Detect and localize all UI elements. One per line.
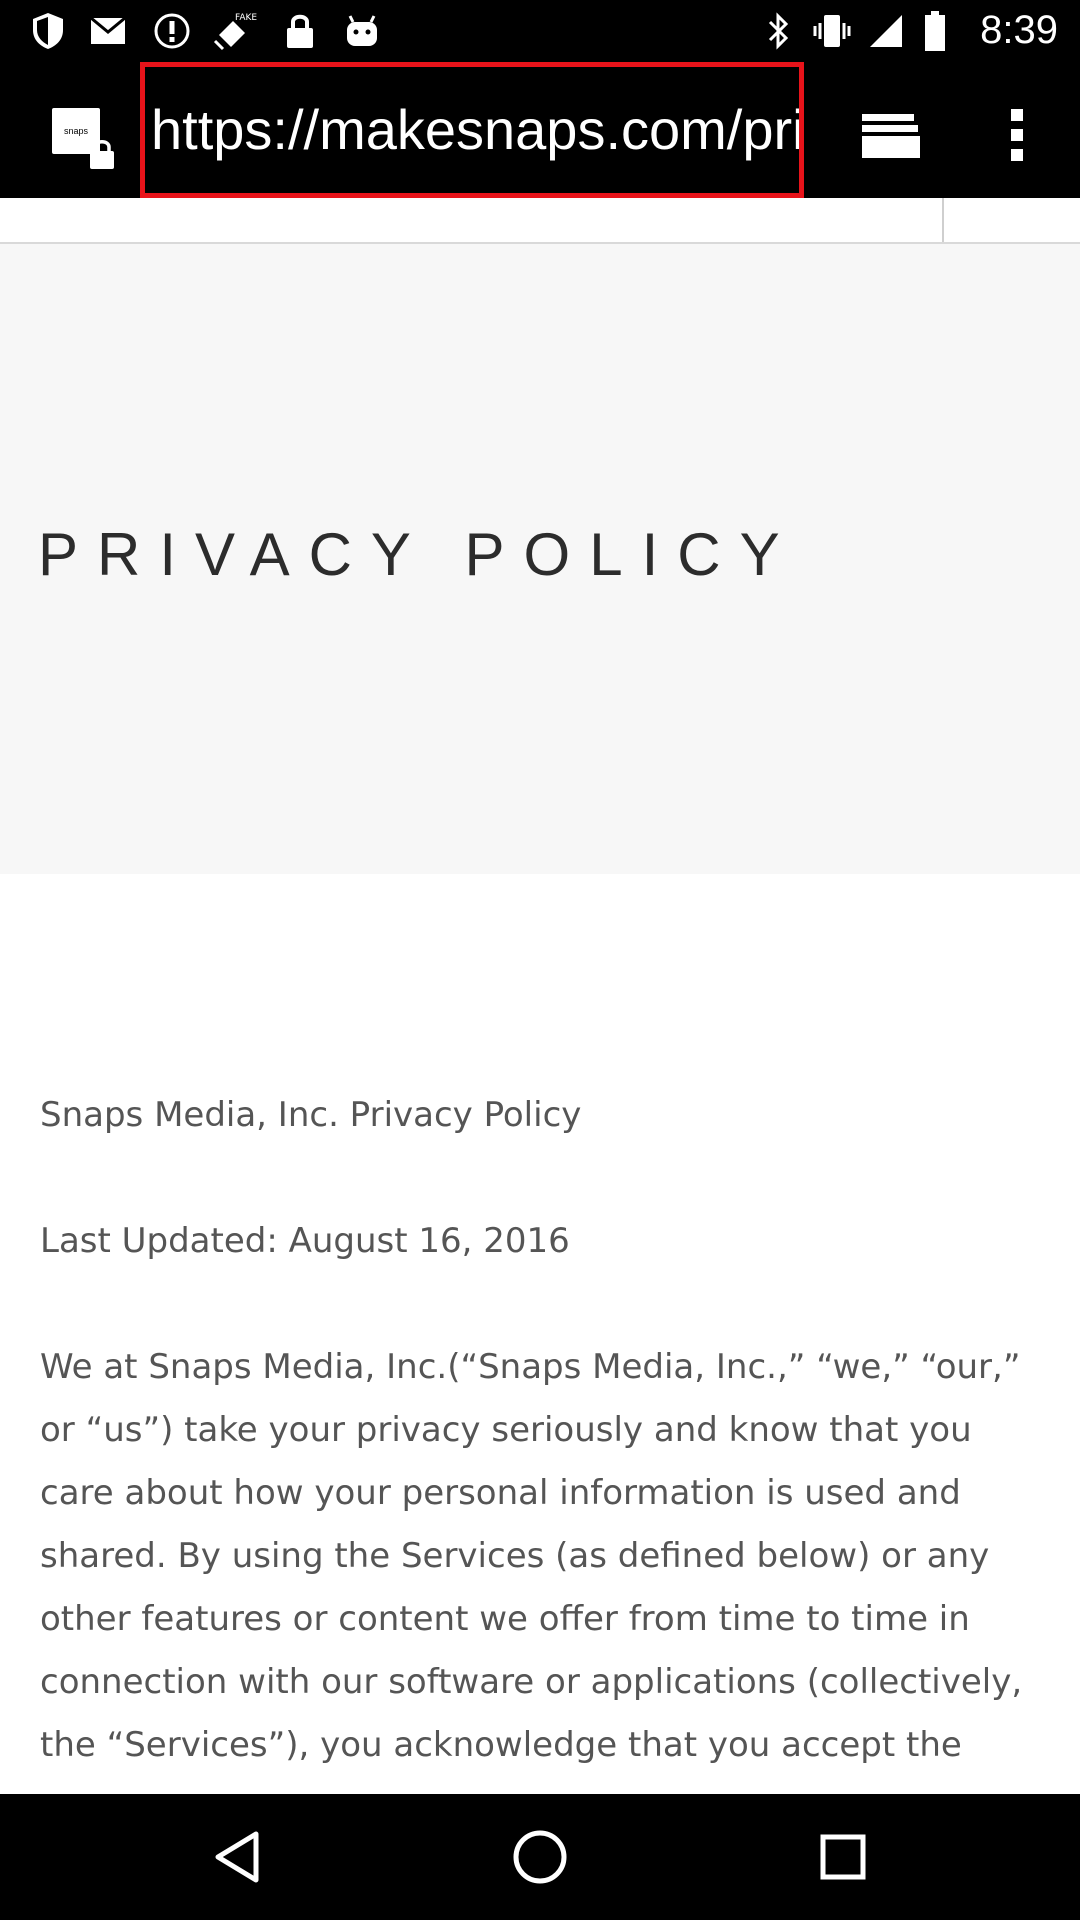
hero-banner: PRIVACY POLICY [0, 244, 1080, 874]
url-bar[interactable]: https://makesnaps.com/privacy [140, 62, 804, 198]
lock-icon [282, 12, 318, 50]
policy-heading: Snaps Media, Inc. Privacy Policy [40, 1095, 582, 1135]
hero-title: PRIVACY POLICY [38, 521, 799, 588]
recents-icon[interactable] [808, 1822, 878, 1892]
nav-divider [942, 198, 944, 242]
policy-body: We at Snaps Media, Inc.(“Snaps Media, In… [40, 1347, 1023, 1765]
home-icon[interactable] [505, 1822, 575, 1892]
alert-icon [152, 12, 192, 50]
site-security-indicator[interactable]: snaps [52, 108, 122, 170]
battery-icon [920, 11, 950, 51]
overflow-menu-icon[interactable] [982, 100, 1052, 170]
fake-gps-icon: FAKE [212, 12, 260, 51]
android-icon [342, 12, 382, 50]
system-nav-bar [0, 1794, 1080, 1920]
site-nav-strip [0, 198, 1080, 244]
back-icon[interactable] [202, 1822, 272, 1892]
signal-icon [866, 12, 906, 50]
lock-icon [88, 138, 116, 170]
vibrate-icon [812, 12, 852, 50]
status-bar: FAKE 8:39 [0, 0, 1080, 62]
last-updated: Last Updated: August 16, 2016 [40, 1221, 570, 1261]
browser-toolbar: snaps https://makesnaps.com/privacy [0, 62, 1080, 198]
clock: 8:39 [980, 8, 1058, 52]
tabs-icon[interactable] [856, 100, 926, 170]
url-text[interactable]: https://makesnaps.com/privacy [151, 97, 799, 162]
web-content[interactable]: PRIVACY POLICY Snaps Media, Inc. Privacy… [0, 198, 1080, 1794]
shield-icon [28, 12, 68, 50]
favicon-text: snaps [63, 126, 89, 136]
bluetooth-icon [762, 12, 796, 50]
svg-text:FAKE: FAKE [235, 13, 257, 23]
gmail-icon [88, 12, 128, 50]
